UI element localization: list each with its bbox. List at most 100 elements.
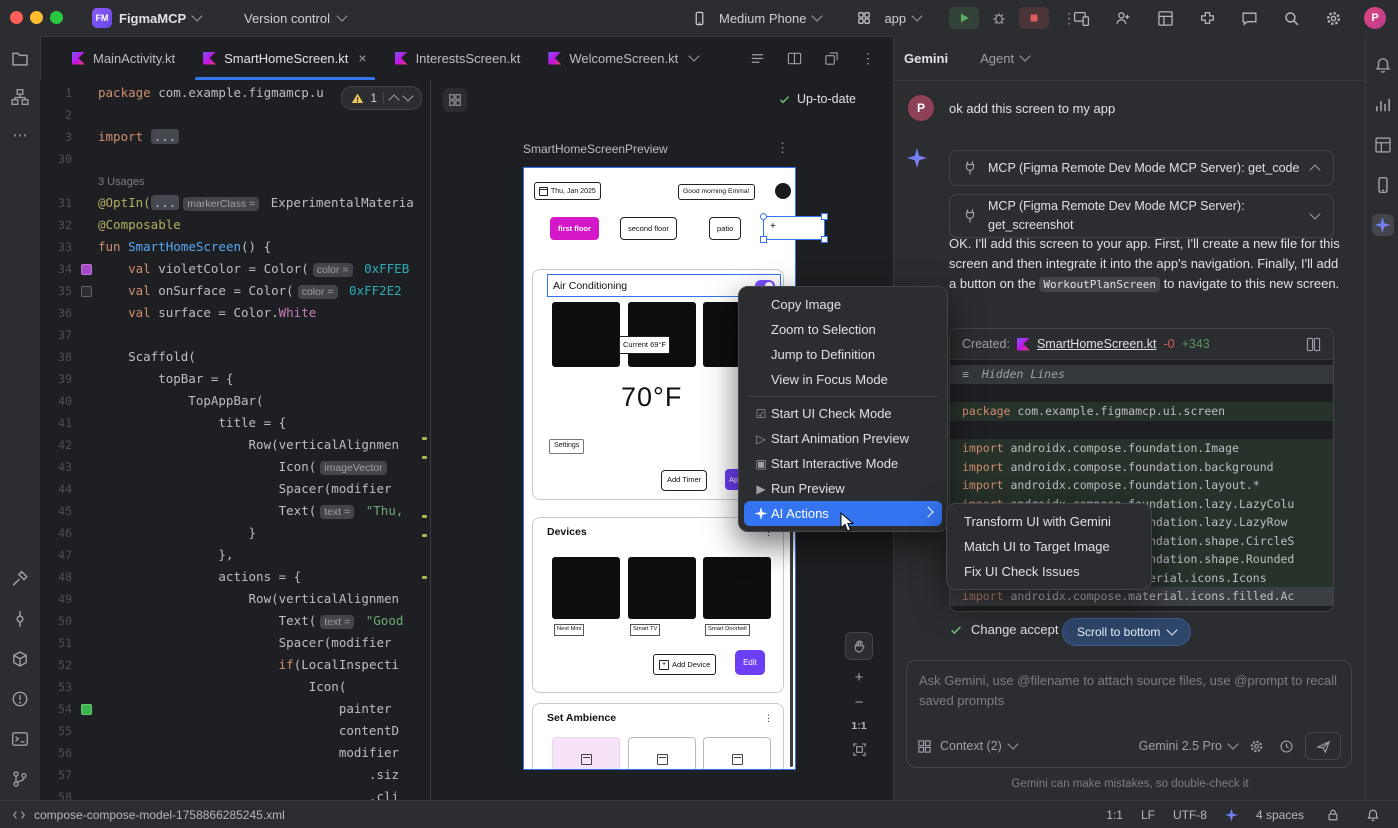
model-selector[interactable]: Gemini 2.5 Pro	[1139, 739, 1237, 753]
layout-inspector-icon[interactable]	[1154, 7, 1176, 29]
zoom-out-icon[interactable]: −	[855, 695, 864, 710]
menu-item-jump-to-definition[interactable]: Jump to Definition	[744, 342, 942, 367]
stop-button[interactable]	[1019, 7, 1049, 29]
structure-tool-icon[interactable]	[9, 86, 31, 108]
tab-interestsscreen[interactable]: InterestsScreen.kt	[381, 36, 535, 80]
next-problem-icon[interactable]	[402, 90, 413, 101]
send-button[interactable]	[1305, 732, 1341, 760]
tab-welcomescreen[interactable]: WelcomeScreen.kt	[534, 36, 712, 80]
preview-view-options-icon[interactable]	[443, 88, 467, 112]
code-with-me-icon[interactable]	[1112, 7, 1134, 29]
commit-tool-icon[interactable]	[9, 608, 31, 630]
menu-item-run-preview[interactable]: ▶Run Preview	[744, 476, 942, 501]
line-separator[interactable]: LF	[1141, 808, 1155, 822]
expand-icon[interactable]	[1309, 208, 1320, 219]
zoom-in-icon[interactable]: +	[855, 670, 864, 685]
close-tab-icon[interactable]: ×	[358, 50, 366, 66]
submenu-item-fix-ui-check-issues[interactable]: Fix UI Check Issues	[952, 559, 1146, 584]
gemini-tool-icon[interactable]	[1372, 214, 1394, 236]
menu-item-start-ui-check-mode[interactable]: ☑Start UI Check Mode	[744, 401, 942, 426]
indent-setting[interactable]: 4 spaces	[1256, 808, 1304, 822]
more-tools-icon[interactable]: ⋯	[9, 124, 31, 146]
detach-editor-icon[interactable]	[820, 47, 842, 69]
ambience-option-card[interactable]	[703, 737, 771, 770]
cursor-position[interactable]: 1:1	[1106, 808, 1123, 822]
menu-item-zoom-to-selection[interactable]: Zoom to Selection	[744, 317, 942, 342]
tool-call-get-screenshot[interactable]: MCP (Figma Remote Dev Mode MCP Server): …	[949, 194, 1334, 238]
color-swatch-icon[interactable]	[81, 286, 92, 297]
menu-item-copy-image[interactable]: Copy Image	[744, 292, 942, 317]
history-icon[interactable]	[1275, 735, 1297, 757]
tab-dropdown-icon[interactable]	[689, 50, 700, 61]
code-editor[interactable]: 1package com.example.figmamcp.u23import …	[40, 80, 430, 800]
chip-second-floor[interactable]: second floor	[620, 217, 677, 240]
add-device-button[interactable]: +Add Device	[653, 654, 716, 675]
build-variants-tool-icon[interactable]	[9, 648, 31, 670]
edit-button[interactable]: Edit	[735, 650, 765, 675]
zoom-to-fit-icon[interactable]	[852, 742, 867, 757]
ambience-option-card[interactable]	[552, 737, 620, 770]
tab-gemini[interactable]: Gemini	[904, 51, 948, 66]
settings-icon[interactable]	[1322, 7, 1344, 29]
debug-button[interactable]	[988, 7, 1010, 29]
running-devices-tool-icon[interactable]	[1372, 174, 1394, 196]
tab-agent[interactable]: Agent	[980, 51, 1029, 66]
menu-item-view-in-focus-mode[interactable]: View in Focus Mode	[744, 367, 942, 392]
device-selector[interactable]: Medium Phone	[719, 11, 821, 26]
collapse-icon[interactable]	[1309, 164, 1320, 175]
zoom-level[interactable]: 1:1	[851, 720, 866, 732]
user-avatar[interactable]: P	[1364, 7, 1386, 29]
prev-problem-icon[interactable]	[388, 94, 399, 105]
device-mirroring-icon[interactable]	[1070, 7, 1092, 29]
color-swatch-icon[interactable]	[81, 264, 92, 275]
window-zoom-button[interactable]	[50, 11, 63, 24]
gemini-settings-icon[interactable]	[1245, 735, 1267, 757]
settings-label[interactable]: Settings	[549, 439, 584, 454]
color-swatch-icon[interactable]	[81, 704, 92, 715]
plugins-icon[interactable]	[1196, 7, 1218, 29]
project-tool-icon[interactable]	[9, 48, 31, 70]
preview-menu-icon[interactable]: ⋮	[776, 140, 789, 156]
run-config-selector[interactable]: app	[884, 11, 921, 26]
search-everywhere-icon[interactable]	[1280, 7, 1302, 29]
pan-tool-icon[interactable]	[845, 632, 873, 660]
chip-add-floor-selected[interactable]: +	[763, 216, 825, 240]
chip-patio[interactable]: patio	[709, 217, 741, 240]
ambience-option-card[interactable]	[628, 737, 696, 770]
profile-avatar[interactable]	[775, 183, 791, 199]
problems-tool-icon[interactable]	[9, 688, 31, 710]
git-tool-icon[interactable]	[9, 768, 31, 790]
created-file-link[interactable]: SmartHomeScreen.kt	[1037, 337, 1156, 351]
context-selector[interactable]: Context (2)	[940, 739, 1017, 753]
add-timer-button[interactable]: Add Timer	[661, 470, 707, 491]
vcs-widget[interactable]: Version control	[244, 0, 346, 36]
date-chip[interactable]: Thu, Jan 2025	[534, 182, 601, 200]
submenu-item-transform-ui-with-gemini[interactable]: Transform UI with Gemini	[952, 509, 1146, 534]
tool-call-get-code[interactable]: MCP (Figma Remote Dev Mode MCP Server): …	[949, 150, 1334, 186]
tab-mainactivity[interactable]: MainActivity.kt	[58, 36, 189, 80]
status-notifications-icon[interactable]	[1362, 804, 1384, 826]
tab-list-icon[interactable]	[746, 47, 768, 69]
window-close-button[interactable]	[10, 11, 23, 24]
open-diff-icon[interactable]	[1306, 337, 1321, 352]
tab-smarthomescreen[interactable]: SmartHomeScreen.kt×	[189, 36, 380, 80]
status-file-name[interactable]: compose-compose-model-1758866285245.xml	[34, 808, 285, 822]
feedback-icon[interactable]	[1238, 7, 1260, 29]
run-button[interactable]	[949, 7, 979, 29]
profiler-tool-icon[interactable]	[1372, 94, 1394, 116]
notifications-icon[interactable]	[1372, 54, 1394, 76]
scroll-to-bottom-button[interactable]: Scroll to bottom	[1062, 618, 1191, 646]
split-editor-icon[interactable]	[783, 47, 805, 69]
build-tool-icon[interactable]	[9, 568, 31, 590]
menu-item-start-animation-preview[interactable]: ▷Start Animation Preview	[744, 426, 942, 451]
prompt-input[interactable]: Ask Gemini, use @filename to attach sour…	[906, 660, 1352, 768]
preview-title[interactable]: SmartHomeScreenPreview	[523, 142, 668, 156]
submenu-item-match-ui-to-target-image[interactable]: Match UI to Target Image	[952, 534, 1146, 559]
resource-manager-tool-icon[interactable]	[1372, 134, 1394, 156]
gemini-status-icon[interactable]	[1225, 809, 1238, 822]
lock-icon[interactable]	[1322, 804, 1344, 826]
file-encoding[interactable]: UTF-8	[1173, 808, 1207, 822]
window-minimize-button[interactable]	[30, 11, 43, 24]
project-switcher[interactable]: FigmaMCP	[119, 0, 201, 36]
editor-more-icon[interactable]: ⋮	[857, 47, 879, 69]
